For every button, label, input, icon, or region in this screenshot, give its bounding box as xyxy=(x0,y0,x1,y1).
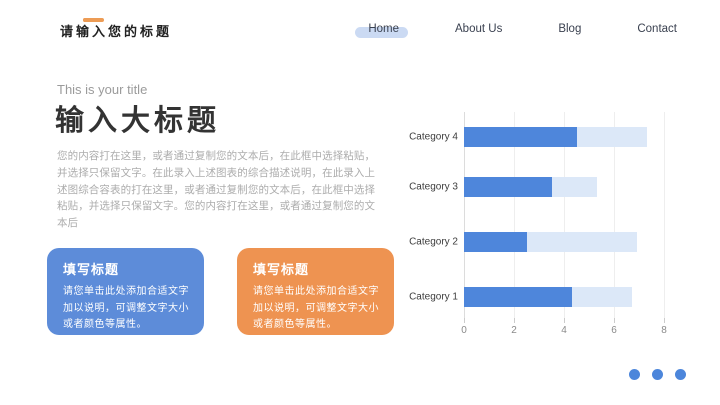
chart-tick-label: 4 xyxy=(561,325,567,336)
stacked-bar xyxy=(464,287,632,307)
stacked-bar xyxy=(464,232,637,252)
section-title: 输入大标题 xyxy=(55,105,221,137)
card-body: 请您单击此处添加合适文字加以说明，可调整文字大小或者颜色等属性。 xyxy=(63,286,189,330)
nav-item-label: Home xyxy=(368,23,400,35)
section-subtitle: This is your title xyxy=(57,82,148,97)
chart-tick-mark xyxy=(664,318,665,323)
brand-title: 请输入您的标题 xyxy=(60,24,173,39)
category-label: Category 1 xyxy=(409,291,458,303)
bar-segment-secondary xyxy=(551,177,597,197)
chart-tick-label: 0 xyxy=(461,325,467,336)
category-label: Category 4 xyxy=(409,131,458,143)
bar-segment-secondary xyxy=(571,287,632,307)
nav-item-about-us[interactable]: About Us xyxy=(455,23,502,35)
chart-bar-row: Category 1 xyxy=(408,287,680,307)
chart-tick-mark xyxy=(564,318,565,323)
card-body: 请您单击此处添加合适文字加以说明，可调整文字大小或者颜色等属性。 xyxy=(253,286,379,330)
chart-bar-row: Category 3 xyxy=(408,177,680,197)
nav-item-contact[interactable]: Contact xyxy=(637,23,677,35)
horizontal-stacked-bar-chart: 0 2 4 6 8 Category 4 Category 3 Category 2 Categ… xyxy=(408,112,680,344)
card-title: 填写标题 xyxy=(253,262,310,277)
nav-item-label: Blog xyxy=(558,23,582,35)
bar-segment-primary xyxy=(464,127,577,147)
info-card-2: 填写标题请您单击此处添加合适文字加以说明，可调整文字大小或者颜色等属性。 xyxy=(237,248,394,335)
nav-item-home[interactable]: Home xyxy=(355,23,409,38)
category-label: Category 3 xyxy=(409,181,458,193)
chart-tick-mark xyxy=(614,318,615,323)
pagination-dots xyxy=(629,369,686,380)
stacked-bar xyxy=(464,127,647,147)
body-paragraph: 您的内容打在这里，或者通过复制您的文本后，在此框中选择粘贴，并选择只保留文字。在… xyxy=(57,150,375,230)
chart-tick-label: 8 xyxy=(661,325,667,336)
bar-segment-primary xyxy=(464,287,572,307)
pagination-dot-3 xyxy=(675,369,686,380)
top-navigation: Home About Us Blog Contact xyxy=(355,23,677,38)
chart-bar-row: Category 2 xyxy=(408,232,680,252)
bar-segment-secondary xyxy=(576,127,647,147)
bar-segment-primary xyxy=(464,232,527,252)
nav-item-label: Contact xyxy=(637,23,677,35)
card-title: 填写标题 xyxy=(63,262,120,277)
chart-tick-mark xyxy=(514,318,515,323)
category-label: Category 2 xyxy=(409,236,458,248)
chart-tick-mark xyxy=(464,318,465,323)
info-card-1: 填写标题请您单击此处添加合适文字加以说明，可调整文字大小或者颜色等属性。 xyxy=(47,248,204,335)
presentation-slide: 请输入您的标题 Home About Us Blog Contact This is … xyxy=(0,0,720,405)
nav-item-label: About Us xyxy=(455,23,503,35)
info-cards: 填写标题 请您单击此处添加合适文字加以说明，可调整文字大小或者颜色等属性。 填写标题… xyxy=(47,248,394,335)
chart-tick-label: 2 xyxy=(511,325,517,336)
nav-item-blog[interactable]: Blog xyxy=(558,23,581,35)
pagination-dot-1 xyxy=(629,369,640,380)
bar-segment-primary xyxy=(464,177,552,197)
stacked-bar xyxy=(464,177,597,197)
chart-tick-label: 6 xyxy=(611,325,617,336)
pagination-dot-2 xyxy=(652,369,663,380)
chart-bar-row: Category 4 xyxy=(408,127,680,147)
bar-segment-secondary xyxy=(526,232,637,252)
